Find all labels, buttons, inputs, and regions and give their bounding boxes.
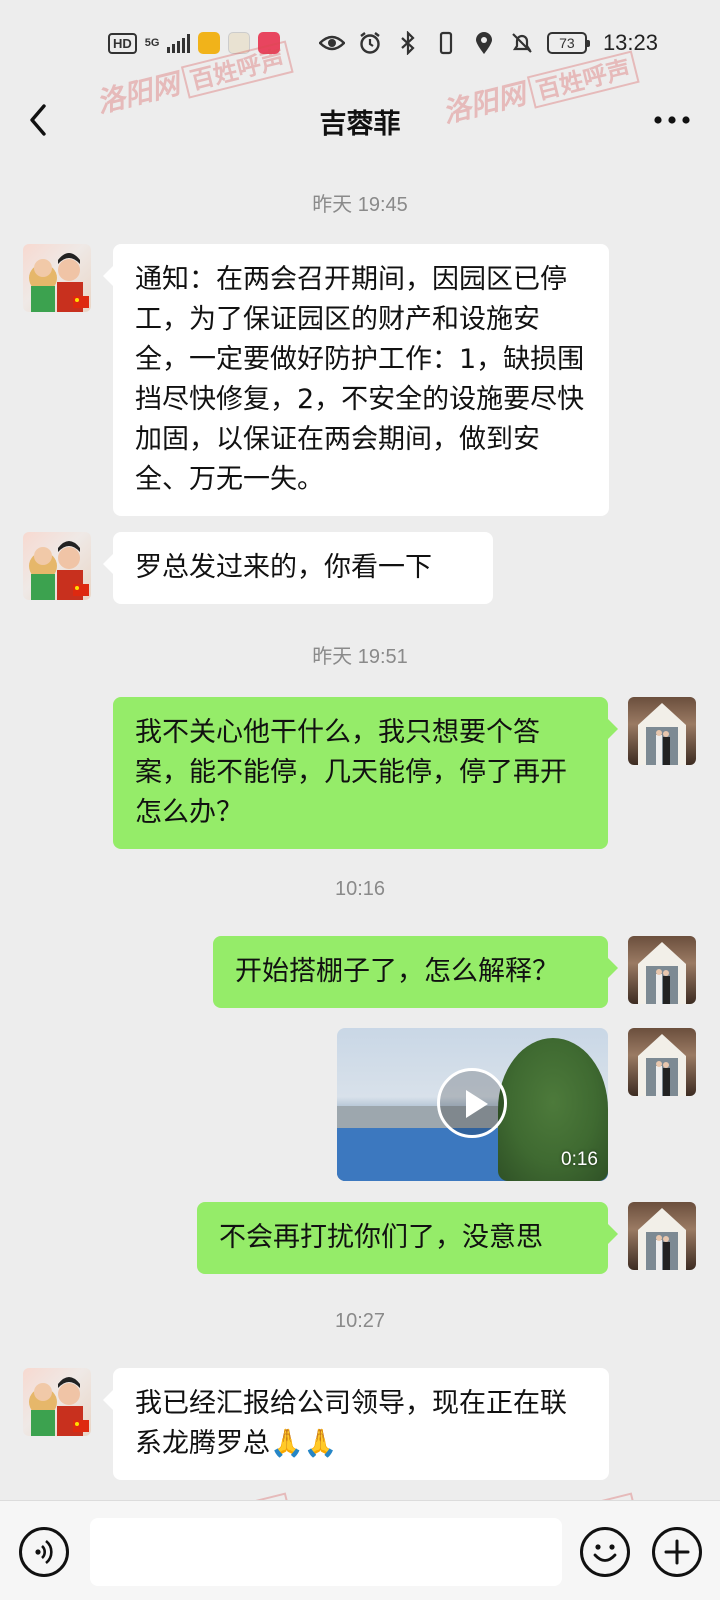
- eye-icon: [318, 30, 345, 56]
- battery-icon: 73: [546, 32, 590, 54]
- chat-header: 吉蓉菲: [0, 90, 720, 150]
- signal-icon: [167, 33, 191, 53]
- user-avatar[interactable]: [628, 697, 696, 765]
- vibrate-icon: [433, 30, 459, 56]
- outgoing-message[interactable]: 我不关心他干什么，我只想要个答案，能不能停，几天能停，停了再开怎么办？: [113, 697, 618, 849]
- message-timestamp: 10:27: [334, 1310, 386, 1332]
- play-icon[interactable]: [437, 1068, 507, 1138]
- message-timestamp: 10:16: [334, 878, 386, 900]
- more-dots-icon[interactable]: [652, 108, 692, 132]
- message-input[interactable]: [90, 1518, 562, 1586]
- emoji-icon[interactable]: [580, 1527, 630, 1577]
- app-notification-icon: [198, 32, 221, 54]
- video-message[interactable]: 0:16: [337, 1028, 608, 1181]
- voice-icon[interactable]: [19, 1527, 69, 1577]
- contact-avatar[interactable]: [23, 1368, 91, 1436]
- network-type: 5G: [144, 36, 160, 49]
- incoming-message[interactable]: 我已经汇报给公司领导，现在正在联系龙腾罗总🙏🙏: [103, 1368, 609, 1480]
- incoming-message[interactable]: 通知：在两会召开期间，因园区已停工，为了保证园区的财产和设施安全，一定要做好防护…: [103, 244, 609, 516]
- contact-avatar[interactable]: [23, 532, 91, 600]
- user-avatar[interactable]: [628, 1028, 696, 1096]
- user-avatar[interactable]: [628, 936, 696, 1004]
- location-icon: [471, 30, 497, 56]
- alarm-icon: [357, 30, 383, 56]
- outgoing-message[interactable]: 不会再打扰你们了，没意思: [197, 1202, 618, 1274]
- hd-badge: HD: [108, 32, 137, 54]
- mute-bell-icon: [509, 30, 535, 56]
- chat-title: 吉蓉菲: [319, 109, 401, 140]
- clock: 13:23: [602, 30, 658, 55]
- bluetooth-icon: [395, 30, 421, 56]
- status-bar: HD 5G 73 13:23: [0, 0, 720, 90]
- incoming-message[interactable]: 罗总发过来的，你看一下: [103, 532, 493, 604]
- message-timestamp: 昨天 19:51: [312, 646, 408, 668]
- contact-avatar[interactable]: [23, 244, 91, 312]
- plus-icon[interactable]: [652, 1527, 702, 1577]
- video-duration: 0:16: [561, 1149, 598, 1170]
- message-timestamp: 昨天 19:45: [312, 194, 408, 216]
- app-notification-icon: [258, 32, 281, 54]
- outgoing-message[interactable]: 开始搭棚子了，怎么解释？: [213, 936, 618, 1008]
- app-notification-icon: [228, 32, 251, 54]
- user-avatar[interactable]: [628, 1202, 696, 1270]
- input-bar: [0, 1500, 720, 1600]
